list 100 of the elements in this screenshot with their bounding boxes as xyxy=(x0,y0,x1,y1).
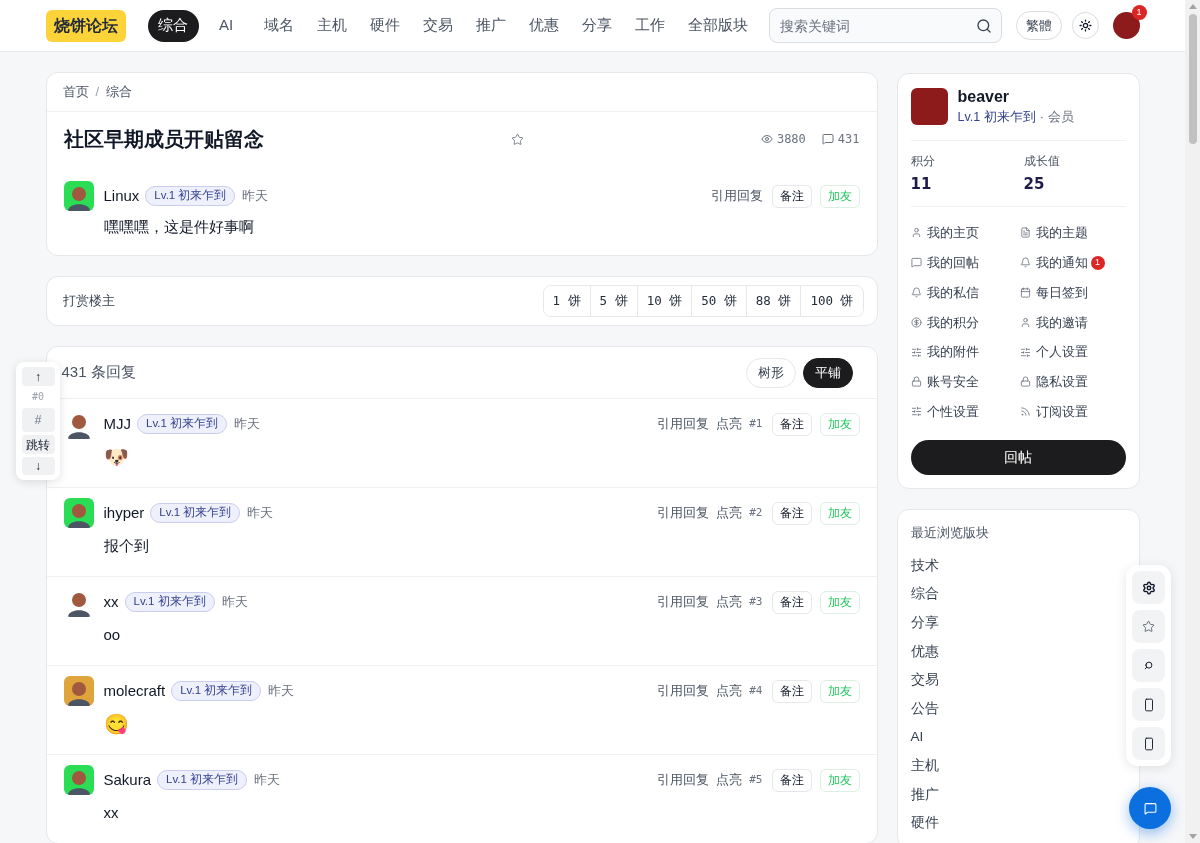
nav-tab[interactable]: 全部版块 xyxy=(677,9,758,42)
tip-amount-button[interactable]: 100 饼 xyxy=(800,286,863,316)
profile-menu-link[interactable]: 我的积分 xyxy=(910,312,979,333)
profile-level: Lv.1 初来乍到 xyxy=(957,109,1036,126)
quote-reply-link[interactable]: 引用回复 xyxy=(657,770,710,790)
highlight-link[interactable]: 点亮 xyxy=(716,592,743,612)
view-mode-tab[interactable]: 平铺 xyxy=(802,357,853,388)
note-button[interactable]: 备注 xyxy=(771,679,812,703)
board-link[interactable]: 主机 xyxy=(910,755,939,777)
highlight-link[interactable]: 点亮 xyxy=(716,414,743,434)
quote-reply-link[interactable]: 引用回复 xyxy=(657,414,710,434)
quote-reply-link[interactable]: 引用回复 xyxy=(657,592,710,612)
reply-button[interactable]: 回帖 xyxy=(910,439,1126,475)
profile-menu-link[interactable]: 账号安全 xyxy=(910,372,979,392)
profile-menu-link[interactable]: 隐私设置 xyxy=(1019,372,1088,392)
board-link[interactable]: 分享 xyxy=(910,612,939,634)
site-logo[interactable]: 烧饼论坛 xyxy=(45,9,126,42)
stat-label: 积分 xyxy=(910,153,936,170)
search-icon[interactable] xyxy=(975,18,992,34)
profile-menu-link[interactable]: 订阅设置 xyxy=(1019,401,1088,422)
board-link[interactable]: 推广 xyxy=(910,784,939,805)
profile-menu-link[interactable]: 我的附件 xyxy=(910,342,979,362)
tool-button[interactable] xyxy=(1132,688,1165,721)
profile-menu-link[interactable]: 我的主题 xyxy=(1019,223,1088,243)
floor-input[interactable]: # xyxy=(21,408,55,432)
floor-number: #4 xyxy=(749,682,763,699)
post-title: 社区早期成员开贴留念 xyxy=(63,127,264,152)
favorite-button[interactable] xyxy=(1132,610,1165,643)
board-link[interactable]: 硬件 xyxy=(910,813,939,834)
board-link[interactable]: 综合 xyxy=(910,584,939,605)
username[interactable]: Sakura xyxy=(103,768,152,792)
breadcrumb-link[interactable]: 综合 xyxy=(106,82,133,102)
note-button[interactable]: 备注 xyxy=(771,590,812,614)
highlight-link[interactable]: 点亮 xyxy=(716,681,743,701)
username[interactable]: xx xyxy=(103,590,119,614)
reply-text: 😋 xyxy=(103,713,130,735)
note-button[interactable]: 备注 xyxy=(771,501,812,525)
user-avatar[interactable] xyxy=(63,498,94,528)
nav-tab[interactable]: 工作 xyxy=(624,9,676,42)
nav-tab[interactable]: AI xyxy=(200,9,252,42)
tool-button[interactable] xyxy=(1132,727,1165,760)
reply-text: xx xyxy=(103,803,120,823)
board-link[interactable]: 技术 xyxy=(910,555,939,576)
username[interactable]: MJJ xyxy=(103,412,131,436)
floor-number: #2 xyxy=(749,504,763,521)
nav-tab[interactable]: 优惠 xyxy=(518,9,570,42)
floor-number: #5 xyxy=(749,771,763,788)
quote-reply-link[interactable]: 引用回复 xyxy=(657,503,710,523)
note-button[interactable]: 备注 xyxy=(771,768,812,792)
board-link[interactable]: 公告 xyxy=(910,698,939,719)
highlight-link[interactable]: 点亮 xyxy=(716,770,743,790)
jump-button[interactable]: 跳转 xyxy=(21,435,55,454)
profile-menu-link[interactable]: 每日签到 xyxy=(1019,282,1088,303)
profile-menu-link[interactable]: 个人设置 xyxy=(1019,342,1088,362)
nav-tab[interactable]: 综合 xyxy=(147,9,199,42)
rss-icon xyxy=(1019,406,1031,418)
user-avatar[interactable] xyxy=(63,765,94,795)
profile-menu-link[interactable]: 我的邀请 xyxy=(1019,312,1088,333)
nav-tab[interactable]: 域名 xyxy=(253,9,305,42)
profile-menu-link[interactable]: 我的私信 xyxy=(910,282,979,303)
profile-menu-link[interactable]: 我的主页 xyxy=(910,223,979,243)
search-field[interactable]: 搜索关键词 xyxy=(768,8,1002,43)
stat-value: 11 xyxy=(910,174,933,194)
user-avatar[interactable] xyxy=(63,181,94,211)
highlight-link[interactable]: 点亮 xyxy=(716,503,743,523)
profile-menu-link[interactable]: 个性设置 xyxy=(910,401,979,422)
language-button[interactable]: 繁體 xyxy=(1015,11,1062,40)
settings-button[interactable] xyxy=(1132,571,1165,604)
current-floor-label: #0 xyxy=(31,390,44,404)
comment-count: 431 xyxy=(837,131,860,148)
breadcrumb-link[interactable]: 首页 xyxy=(62,82,89,102)
notification-badge: 1 xyxy=(1131,5,1147,20)
board-link[interactable]: 交易 xyxy=(910,670,939,691)
quote-reply-link[interactable]: 引用回复 xyxy=(657,681,710,701)
scroll-up-button[interactable]: ↑ xyxy=(21,367,55,386)
nav-tab[interactable]: 推广 xyxy=(465,9,517,42)
board-link[interactable]: 优惠 xyxy=(910,641,939,662)
nav-tab[interactable]: 分享 xyxy=(571,9,623,42)
scrollbar-thumb[interactable] xyxy=(1188,14,1197,144)
note-button[interactable]: 备注 xyxy=(771,412,812,436)
scrollbar[interactable] xyxy=(1185,0,1200,843)
username[interactable]: molecraft xyxy=(103,679,166,703)
user-avatar[interactable] xyxy=(910,88,948,125)
scroll-down-button[interactable]: ↓ xyxy=(21,457,55,475)
chat-button[interactable] xyxy=(1129,787,1171,829)
nav-tab[interactable]: 交易 xyxy=(412,9,464,42)
star-icon[interactable] xyxy=(510,132,524,146)
user-avatar[interactable] xyxy=(63,676,94,706)
board-link[interactable]: AI xyxy=(910,727,924,748)
theme-toggle-button[interactable] xyxy=(1071,12,1099,39)
note-button[interactable]: 备注 xyxy=(771,184,812,208)
nav-tab[interactable]: 主机 xyxy=(306,9,358,42)
quote-reply-link[interactable]: 引用回复 xyxy=(710,186,763,206)
profile-menu-link[interactable]: 我的回帖 xyxy=(910,252,979,273)
username[interactable]: Linux xyxy=(103,184,140,208)
username[interactable]: ihyper xyxy=(103,501,145,525)
nav-tab[interactable]: 硬件 xyxy=(359,9,411,42)
view-mode-tab[interactable]: 树形 xyxy=(745,357,796,388)
level-tag: Lv.1 初来乍到 xyxy=(171,681,262,701)
profile-menu-link[interactable]: 我的通知 xyxy=(1019,252,1088,273)
